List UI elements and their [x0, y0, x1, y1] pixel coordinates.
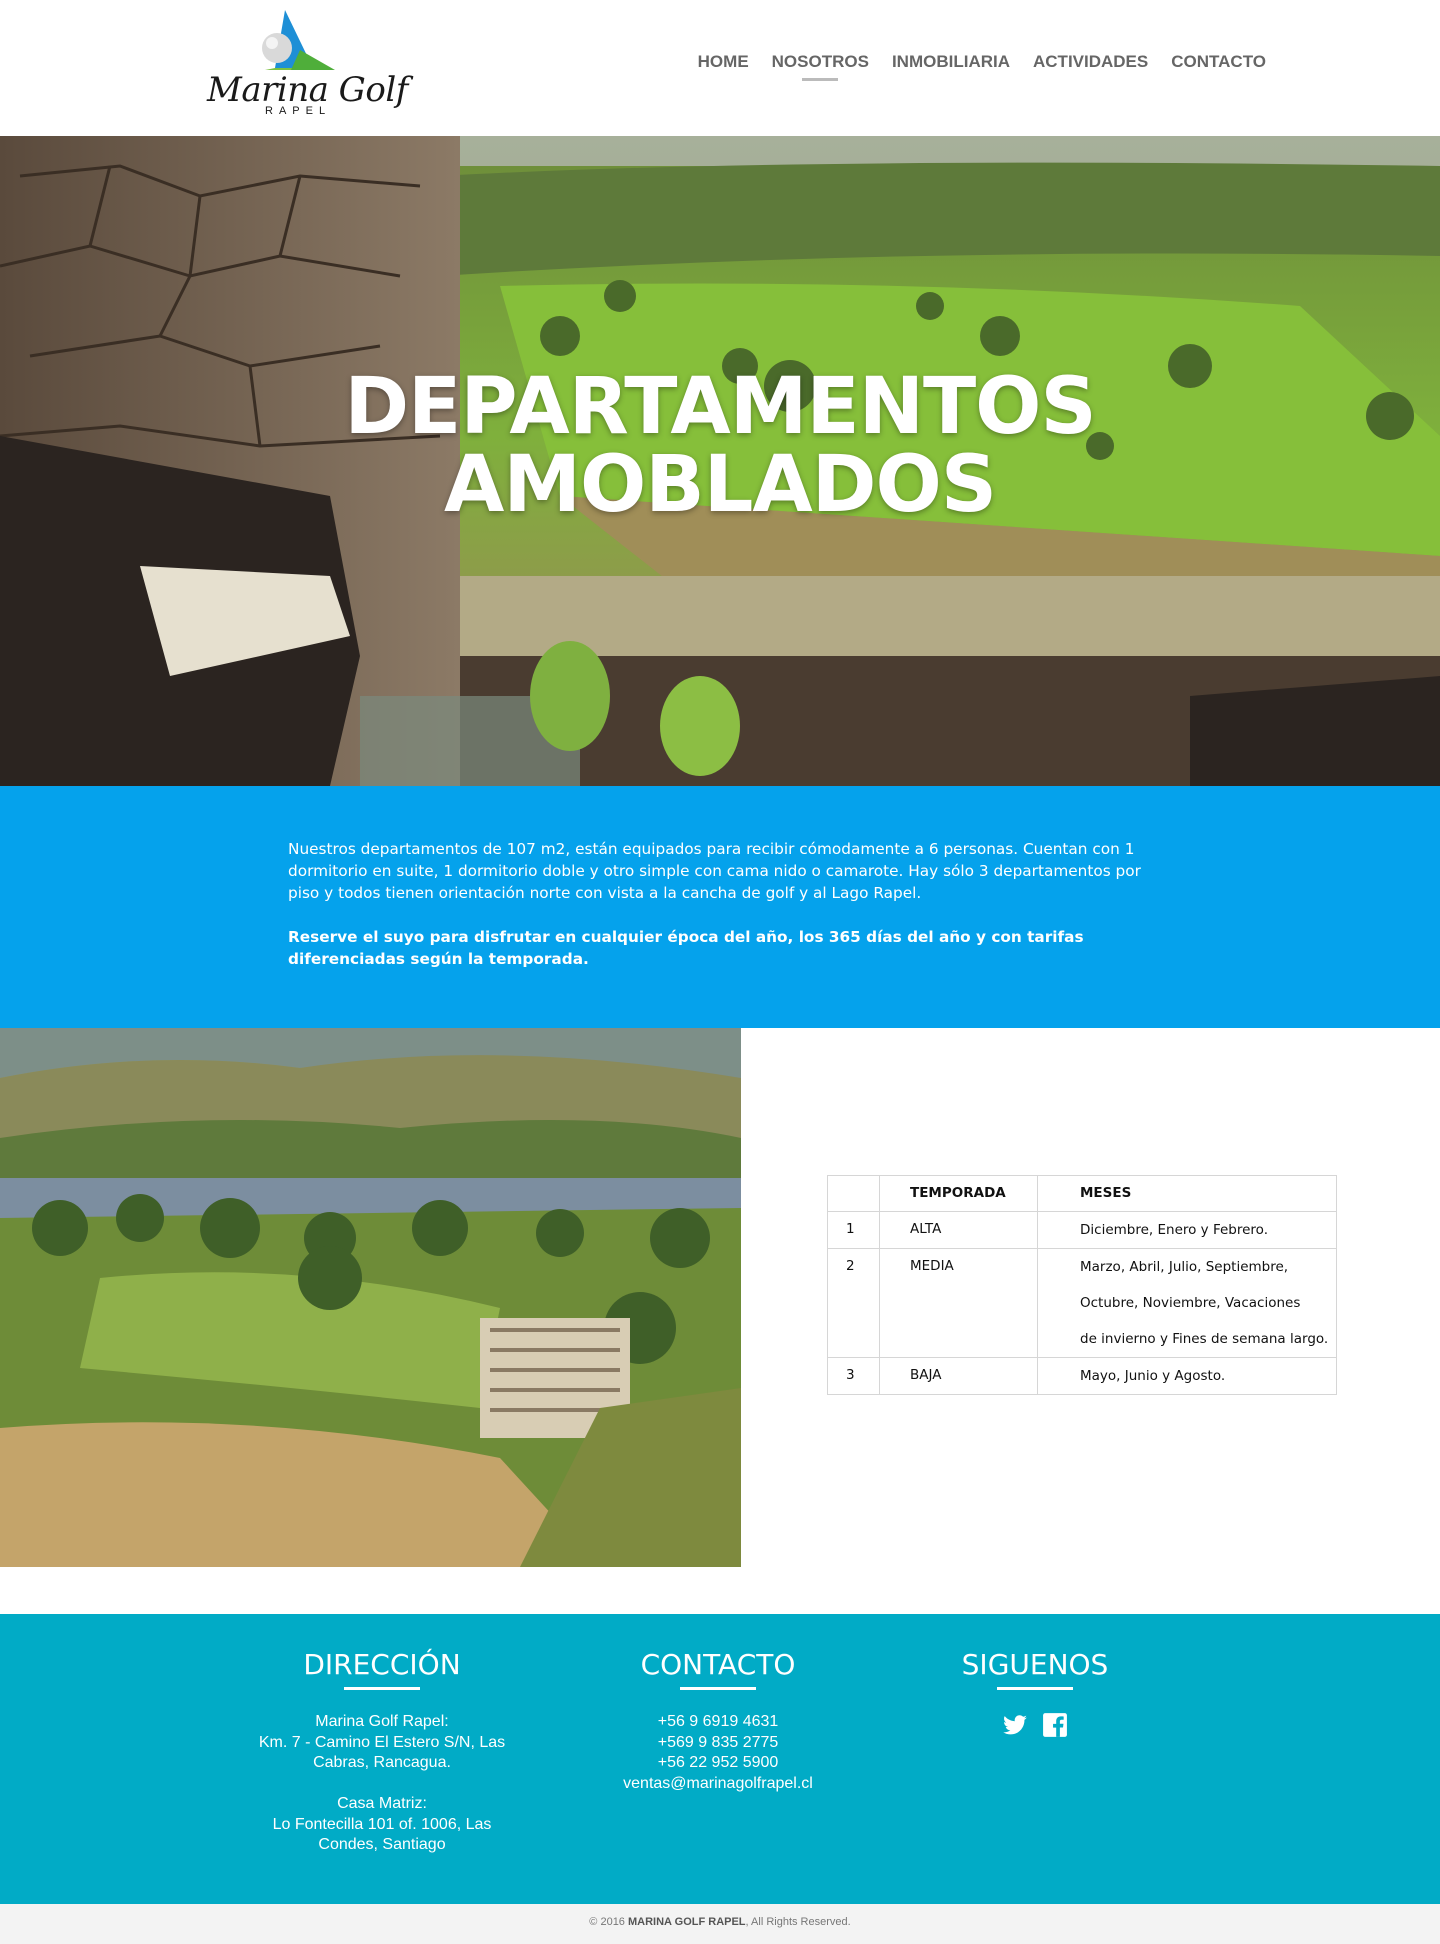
row-months: Diciembre, Enero y Febrero.: [1037, 1211, 1337, 1249]
main-nav: HOME NOSOTROS INMOBILIARIA ACTIVIDADES C…: [698, 52, 1266, 81]
lake-golf-photo: [0, 1028, 741, 1567]
address-line: Cabras, Rancagua.: [313, 1754, 451, 1771]
phone-link[interactable]: +56 22 952 5900: [568, 1753, 868, 1774]
table-header-meses: MESES: [1037, 1175, 1337, 1212]
address-line: Km. 7 - Camino El Estero S/N, Las: [258, 1733, 506, 1751]
row-season: BAJA: [879, 1357, 1038, 1395]
intro-highlight: Reserve el suyo para disfrutar en cualqu…: [288, 928, 1084, 968]
social-links: [885, 1712, 1185, 1738]
row-season: ALTA: [879, 1211, 1038, 1249]
footer-siguenos: SIGUENOS: [885, 1648, 1185, 1738]
seasons-table-wrapper: TEMPORADA MESES 1 ALTA Diciembre, Enero …: [827, 1175, 1337, 1395]
row-num: 1: [827, 1211, 880, 1249]
logo-wordmark: Marina Golf: [207, 70, 408, 110]
footer-divider: [997, 1687, 1073, 1690]
site-header: Marina Golf RAPEL HOME NOSOTROS INMOBILI…: [0, 0, 1440, 136]
hero-title-line2: AMOBLADOS: [443, 440, 997, 530]
nav-actividades[interactable]: ACTIVIDADES: [1033, 52, 1148, 72]
months-line: Octubre, Noviembre, Vacaciones: [1080, 1295, 1301, 1311]
footer-siguenos-title: SIGUENOS: [961, 1648, 1109, 1681]
footer-direccion: DIRECCIÓN Marina Golf Rapel: Km. 7 - Cam…: [232, 1648, 532, 1856]
marina-golf-logo[interactable]: Marina Golf RAPEL: [205, 6, 408, 122]
table-header-row: TEMPORADA MESES: [827, 1175, 1337, 1212]
email-link[interactable]: ventas@marinagolfrapel.cl: [568, 1774, 868, 1795]
footer-direccion-text: Marina Golf Rapel: Km. 7 - Camino El Est…: [232, 1712, 532, 1856]
hero-title: DEPARTAMENTOS AMOBLADOS: [0, 368, 1440, 524]
address-line: Marina Golf Rapel:: [315, 1713, 449, 1730]
footer-direccion-title: DIRECCIÓN: [303, 1648, 461, 1681]
nav-inmobiliaria[interactable]: INMOBILIARIA: [892, 52, 1010, 72]
nav-contacto[interactable]: CONTACTO: [1171, 52, 1266, 72]
address-line: Casa Matriz:: [337, 1795, 427, 1812]
table-row: 1 ALTA Diciembre, Enero y Febrero.: [827, 1211, 1337, 1249]
footer-contacto-title: CONTACTO: [640, 1648, 796, 1681]
table-row: 2 MEDIA Marzo, Abril, Julio, Septiembre,…: [827, 1248, 1337, 1358]
address-spacer: [232, 1774, 532, 1795]
row-months: Marzo, Abril, Julio, Septiembre, Octubre…: [1037, 1248, 1337, 1358]
twitter-icon[interactable]: [1002, 1712, 1028, 1738]
address-line: Lo Fontecilla 101 of. 1006, Las: [272, 1815, 492, 1833]
intro-paragraph: Nuestros departamentos de 107 m2, están …: [288, 840, 1141, 902]
months-line: de invierno y Fines de semana largo.: [1080, 1331, 1329, 1347]
hero-title-line1: DEPARTAMENTOS: [344, 362, 1096, 452]
nav-nosotros[interactable]: NOSOTROS: [772, 52, 869, 81]
footer-contacto: CONTACTO +56 9 6919 4631 +569 9 835 2775…: [568, 1648, 868, 1794]
footer-divider: [344, 1687, 420, 1690]
logo-subtitle: RAPEL: [265, 105, 332, 117]
row-num: 3: [827, 1357, 880, 1395]
months-line: Diciembre, Enero y Febrero.: [1080, 1222, 1268, 1238]
copyright-suffix: , All Rights Reserved.: [745, 1916, 851, 1928]
seasons-table: TEMPORADA MESES 1 ALTA Diciembre, Enero …: [827, 1175, 1337, 1395]
phone-link[interactable]: +56 9 6919 4631: [568, 1712, 868, 1733]
row-num: 2: [827, 1248, 880, 1358]
copyright-brand: MARINA GOLF RAPEL: [628, 1916, 746, 1928]
copyright-prefix: © 2016: [589, 1916, 628, 1928]
row-months: Mayo, Junio y Agosto.: [1037, 1357, 1337, 1395]
nav-home[interactable]: HOME: [698, 52, 749, 72]
footer-contacto-text: +56 9 6919 4631 +569 9 835 2775 +56 22 9…: [568, 1712, 868, 1794]
site-footer: DIRECCIÓN Marina Golf Rapel: Km. 7 - Cam…: [0, 1614, 1440, 1904]
lake-landscape-image: [0, 1028, 741, 1567]
table-header-num: [827, 1175, 880, 1212]
months-line: Mayo, Junio y Agosto.: [1080, 1368, 1226, 1384]
row-season: MEDIA: [879, 1248, 1038, 1358]
phone-link[interactable]: +569 9 835 2775: [568, 1733, 868, 1754]
months-line: Marzo, Abril, Julio, Septiembre,: [1080, 1259, 1289, 1275]
table-header-temporada: TEMPORADA: [879, 1175, 1038, 1212]
logo-mark-icon: [262, 10, 335, 70]
copyright-bar: © 2016 MARINA GOLF RAPEL, All Rights Res…: [0, 1904, 1440, 1944]
address-line: Condes, Santiago: [318, 1836, 446, 1853]
intro-band: Nuestros departamentos de 107 m2, están …: [0, 786, 1440, 1028]
footer-divider: [680, 1687, 756, 1690]
facebook-icon[interactable]: [1042, 1712, 1068, 1738]
table-row: 3 BAJA Mayo, Junio y Agosto.: [827, 1357, 1337, 1395]
hero-banner: DEPARTAMENTOS AMOBLADOS: [0, 136, 1440, 786]
